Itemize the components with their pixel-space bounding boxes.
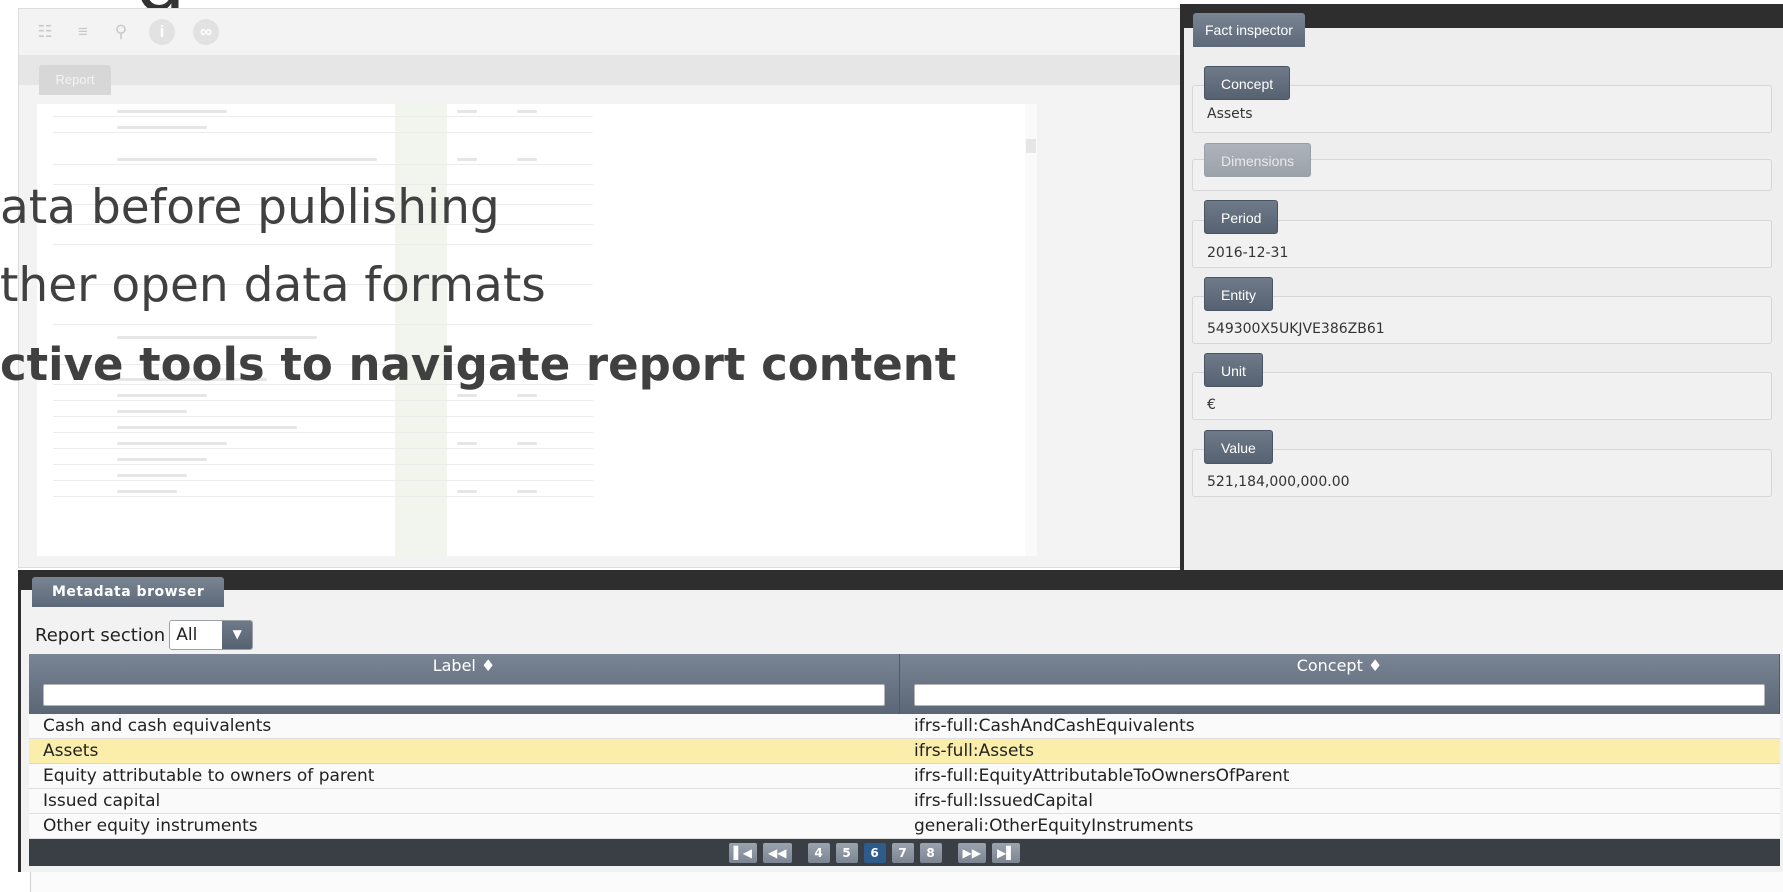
fact-inspector-title[interactable]: Fact inspector [1193,13,1305,47]
concept-header-text[interactable]: Concept ♦ [900,654,1779,678]
unit-button[interactable]: Unit [1204,353,1263,387]
first-page-button[interactable]: ▌◀ [728,842,758,863]
table-row-selected[interactable]: Assets ifrs-full:Assets [29,739,1780,764]
row-concept: ifrs-full:CashAndCashEquivalents [914,716,1195,736]
slide-heading-fragment: g [135,0,215,8]
report-scrollbar[interactable] [1025,104,1037,556]
page-5-button[interactable]: 5 [835,842,858,863]
info-icon[interactable]: i [149,19,175,45]
report-section-value[interactable]: All [170,621,223,649]
search-icon[interactable]: ⚲ [111,22,131,42]
unit-field: € [1192,372,1772,420]
report-tab[interactable]: Report [39,65,111,95]
link-icon[interactable]: ∞ [193,19,219,45]
page-6-button[interactable]: 6 [863,842,886,863]
page-4-button[interactable]: 4 [807,842,830,863]
label-column-header[interactable]: Label ♦ [29,654,900,714]
metadata-browser-title[interactable]: Metadata browser [32,577,225,607]
concept-filter-input[interactable] [914,684,1765,706]
label-filter-input[interactable] [43,684,885,706]
last-page-button[interactable]: ▶▌ [991,842,1021,863]
highlight-column [395,104,447,556]
report-section-select[interactable]: All ▼ [169,620,254,650]
viewer-tab-bar [19,55,1197,85]
table-header: Label ♦ Concept ♦ [29,654,1780,714]
report-section-label: Report section [35,624,166,646]
fact-value: 521,184,000,000.00 [1207,474,1350,490]
viewer-toolbar: ☷ ≡ ⚲ i ∞ [19,9,1197,55]
row-concept: generali:OtherEquityInstruments [914,816,1194,836]
row-label: Other equity instruments [43,816,258,836]
row-label: Cash and cash equivalents [43,716,272,736]
metadata-table: Label ♦ Concept ♦ Cash and cash equivale… [29,654,1780,866]
row-concept: ifrs-full:Assets [914,741,1034,761]
row-label: Issued capital [43,791,161,811]
row-label: Equity attributable to owners of parent [43,766,375,786]
table-row[interactable]: Other equity instruments generali:OtherE… [29,814,1780,839]
fact-inspector-panel: Fact inspector Assets Concept Dimensions… [1180,4,1783,570]
unit-value: € [1207,397,1216,413]
entity-field: 549300X5UKJVE386ZB61 [1192,296,1772,344]
concept-value: Assets [1207,106,1253,122]
concept-button[interactable]: Concept [1204,66,1291,100]
hierarchy-icon[interactable]: ☷ [35,22,55,42]
label-header-text[interactable]: Label ♦ [29,654,899,678]
value-field: 521,184,000,000.00 [1192,449,1772,497]
period-field: 2016-12-31 [1192,220,1772,268]
report-section-filter: Report section All ▼ [35,620,254,650]
chevron-down-icon[interactable]: ▼ [222,621,253,649]
previous-page-button[interactable]: ◀◀ [763,842,792,863]
table-row[interactable]: Issued capital ifrs-full:IssuedCapital [29,789,1780,814]
report-page [37,104,1037,556]
metadata-browser-panel: Metadata browser Report section All ▼ La… [18,570,1783,872]
bullet-1: ata before publishing [0,180,500,235]
next-page-button[interactable]: ▶▶ [957,842,986,863]
bullet-3: ctive tools to navigate report content [0,338,957,391]
table-row[interactable]: Equity attributable to owners of parent … [29,764,1780,789]
concept-column-header[interactable]: Concept ♦ [900,654,1780,714]
row-concept: ifrs-full:IssuedCapital [914,791,1093,811]
page-7-button[interactable]: 7 [891,842,914,863]
entity-value: 549300X5UKJVE386ZB61 [1207,321,1385,337]
value-button[interactable]: Value [1204,430,1273,464]
table-pager: ▌◀ ◀◀ 4 5 6 7 8 ▶▶ ▶▌ [29,839,1780,866]
row-label: Assets [43,741,99,761]
list-icon[interactable]: ≡ [73,22,93,42]
period-value: 2016-12-31 [1207,245,1289,261]
entity-button[interactable]: Entity [1204,277,1274,311]
page-8-button[interactable]: 8 [919,842,942,863]
bullet-2: ther open data formats [0,258,546,313]
period-button[interactable]: Period [1204,200,1279,234]
table-row[interactable]: Cash and cash equivalents ifrs-full:Cash… [29,714,1780,739]
dimensions-button[interactable]: Dimensions [1204,143,1312,177]
row-concept: ifrs-full:EquityAttributableToOwnersOfPa… [914,766,1290,786]
